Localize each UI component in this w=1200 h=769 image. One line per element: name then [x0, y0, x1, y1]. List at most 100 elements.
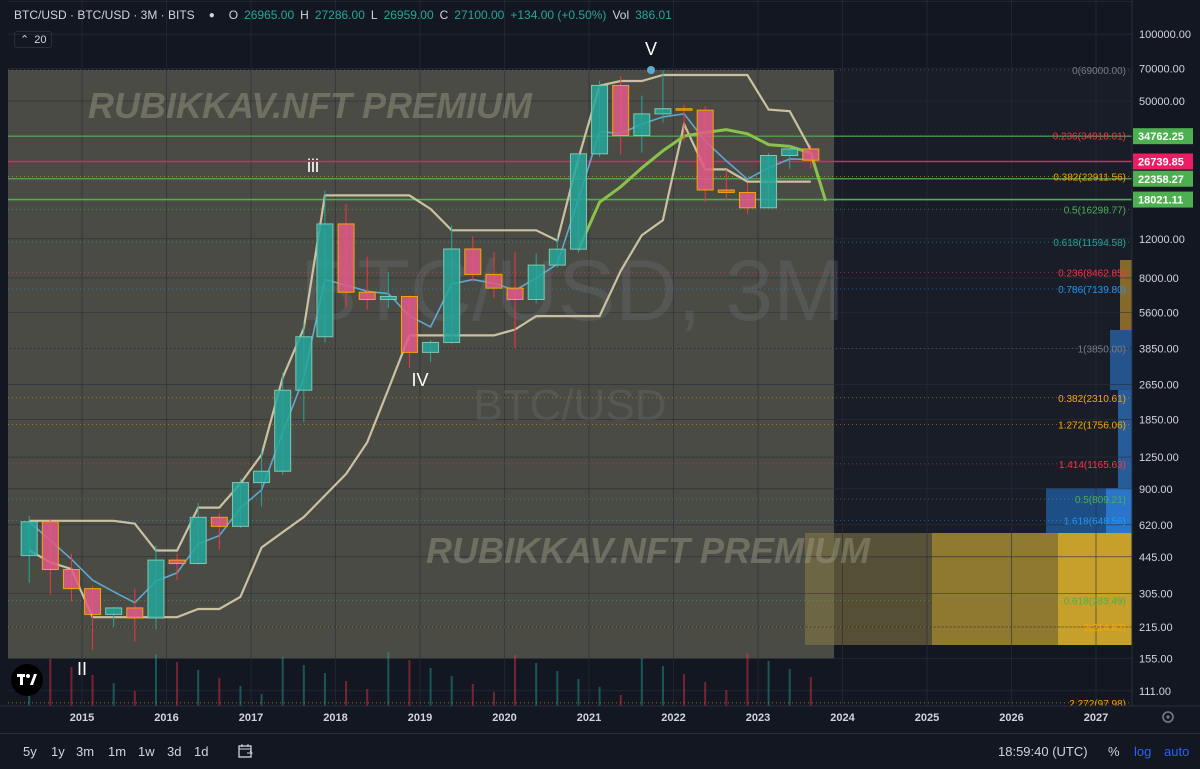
candle: [696, 106, 714, 202]
candle-body: [717, 189, 735, 193]
price-axis-tick: 445.00: [1139, 552, 1173, 564]
candle-body: [591, 84, 609, 155]
time-axis-tick: 2024: [830, 712, 855, 724]
low-label: L: [370, 8, 378, 22]
candle-body: [274, 389, 292, 472]
percent-toggle[interactable]: %: [1108, 744, 1120, 759]
wave-label: iii: [307, 156, 319, 176]
time-axis-tick: 2019: [408, 712, 432, 724]
bottom-toolbar: 5y 1y 3m 1m 1w 3d 1d 18:59:40 (UTC) % lo…: [0, 733, 1200, 769]
indicators-toggle[interactable]: ⌃ 20: [14, 31, 53, 48]
candle-body: [20, 521, 38, 557]
price-tag-value: 22358.27: [1138, 174, 1184, 186]
fib-level-label: 1(3850.00): [1078, 345, 1126, 356]
range-1w[interactable]: 1w: [138, 744, 155, 759]
change-value: +134.00 (+0.50%): [510, 8, 607, 22]
volume-bar: [387, 652, 390, 706]
candle-body: [168, 559, 186, 565]
fib-level-label: 0.236(34918.01): [1053, 132, 1126, 143]
candle-body: [84, 588, 102, 615]
open-label: O: [228, 8, 239, 22]
volume-bar: [471, 684, 474, 706]
volume-bar: [112, 683, 115, 706]
candle-body: [126, 607, 144, 619]
time-axis-tick: 2025: [915, 712, 939, 724]
time-axis-tick: 2015: [70, 712, 94, 724]
volume-bar: [49, 659, 52, 706]
volume-bar: [281, 657, 284, 706]
time-axis-tick: 2021: [577, 712, 601, 724]
volume-bar: [345, 681, 348, 706]
goto-date-icon[interactable]: [238, 744, 254, 761]
volume-value: 386.01: [635, 8, 672, 22]
volume-bar: [408, 660, 411, 706]
fib-level-label: 0.236(8462.85): [1058, 269, 1126, 280]
price-axis-tick: 100000.00: [1139, 29, 1191, 41]
candle-body: [802, 148, 820, 161]
volume-bar: [619, 695, 622, 706]
time-axis-tick: 2022: [661, 712, 685, 724]
time-axis-tick: 2016: [154, 712, 178, 724]
candle-body: [443, 248, 461, 343]
symbol-watermark: BTC/USD, 3M: [300, 243, 845, 339]
volume-bar: [788, 669, 791, 706]
volume-bar: [746, 653, 749, 706]
range-5y[interactable]: 5y: [23, 744, 37, 759]
range-1m[interactable]: 1m: [108, 744, 126, 759]
time-axis-tick: 2020: [492, 712, 516, 724]
fib-level-label: 0.618(283.49): [1064, 596, 1126, 607]
fib-level-label: 0.618(11594.58): [1053, 238, 1126, 249]
volume-bar: [661, 666, 664, 706]
volume-bar: [767, 661, 770, 706]
candle-body: [400, 296, 418, 353]
candle-body: [506, 287, 524, 300]
volume-bar: [260, 694, 263, 706]
candle-body: [696, 109, 714, 191]
fib-level-label: 0.382(22911.56): [1053, 172, 1126, 183]
candle-body: [253, 470, 271, 484]
price-axis-tick: 620.00: [1139, 520, 1173, 532]
indicator-count: 20: [34, 33, 47, 46]
volume-bar: [302, 665, 305, 706]
tradingview-logo[interactable]: [11, 664, 43, 696]
candle-body: [379, 296, 397, 300]
price-axis-tick: 111.00: [1139, 686, 1171, 698]
time-axis-tick: 2026: [999, 712, 1023, 724]
volume-bar: [809, 677, 812, 706]
candle-body: [316, 223, 334, 338]
wave-label: V: [645, 39, 657, 59]
range-1y[interactable]: 1y: [51, 744, 65, 759]
price-tag-value: 18021.11: [1138, 195, 1183, 207]
price-chart[interactable]: BTC/USD, 3M BTC/USD RUBIKKAV.NFT PREMIUM RU…: [0, 0, 1200, 768]
high-label: H: [300, 8, 309, 22]
symbol-title[interactable]: BTC/USD · BTC/USD · 3M · BITS: [14, 8, 195, 22]
auto-toggle[interactable]: auto: [1164, 744, 1189, 759]
range-3d[interactable]: 3d: [167, 744, 181, 759]
volume-bar: [197, 670, 200, 706]
candle-body: [654, 108, 672, 115]
volume-bar: [725, 690, 728, 706]
log-toggle[interactable]: log: [1134, 744, 1151, 759]
wave-label: IV: [411, 370, 428, 390]
range-3m[interactable]: 3m: [76, 744, 94, 759]
volume-bar: [450, 676, 453, 706]
close-value: 27100.00: [454, 8, 505, 22]
volume-bar: [640, 658, 643, 706]
fib-level-label: 0.786(7139.80): [1058, 285, 1126, 296]
candle: [760, 152, 778, 209]
volume-bar: [218, 678, 221, 706]
volume-bar: [239, 686, 242, 706]
range-1d[interactable]: 1d: [194, 744, 208, 759]
price-axis-tick: 155.00: [1139, 654, 1173, 666]
candle-body: [422, 341, 440, 353]
volume-bar: [323, 673, 326, 706]
chart-header: BTC/USD · BTC/USD · 3M · BITS ● O 26965.0…: [14, 8, 672, 22]
price-axis-tick: 50000.00: [1139, 96, 1185, 108]
utc-clock[interactable]: 18:59:40 (UTC): [998, 744, 1088, 759]
price-axis-tick: 3850.00: [1139, 344, 1179, 356]
volume-bar: [535, 663, 538, 706]
price-axis-tick: 5600.00: [1139, 307, 1179, 319]
price-axis-tick: 1250.00: [1139, 452, 1179, 464]
candle-body: [548, 248, 566, 266]
volume-bar: [154, 654, 157, 706]
